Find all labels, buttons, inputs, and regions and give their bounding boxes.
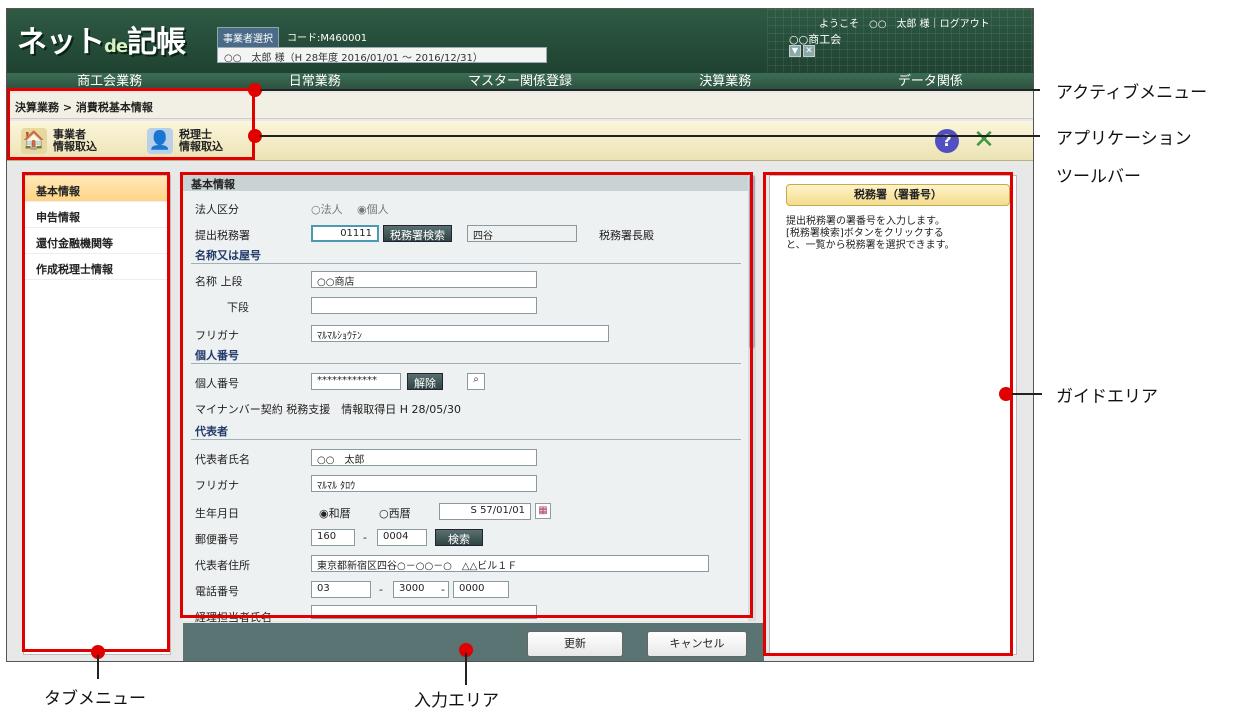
annotation-leader-line [260,89,1040,91]
annotation-leader-line [465,653,467,685]
fiscal-period: ○○ 太郎 様（H 28年度 2016/01/01 ～ 2016/12/31） [217,47,547,64]
annotation-dot [999,387,1013,401]
business-code: コード:M460001 [287,33,368,44]
select-business-button[interactable]: 事業者選択 [217,27,279,48]
annotation-active-menu-box [7,88,255,160]
welcome-logout[interactable]: ようこそ ○○ 太郎 様｜ログアウト [819,15,990,30]
callout-app-toolbar-1: アプリケーション [1056,129,1192,149]
form-footer: 更新 キャンセル [183,623,764,661]
help-icon[interactable]: ? [935,129,959,153]
annotation-tab-menu-box [22,172,170,652]
update-button[interactable]: 更新 [527,631,623,657]
annotation-leader-line [260,135,1040,137]
callout-guide-area: ガイドエリア [1056,387,1158,407]
callout-tab-menu: タブメニュー [44,689,146,709]
close-icon[interactable]: ✕ [969,125,999,155]
callout-app-toolbar-2: ツールバー [1056,167,1141,187]
chevron-down-icon[interactable]: ▼ [789,45,801,57]
callout-active-menu: アクティブメニュー [1056,83,1208,103]
annotation-leader-line [97,655,99,679]
cancel-button[interactable]: キャンセル [647,631,747,657]
close-icon[interactable]: ✕ [803,45,815,57]
header: ネットde記帳 事業者選択 コード:M460001 ○○ 太郎 様（H 28年度… [7,9,1033,73]
annotation-guide-area-box [763,172,1013,656]
annotation-leader-line [1012,393,1042,395]
annotation-input-area-box [180,172,753,618]
logo: ネットde記帳 [17,25,186,60]
callout-input-area: 入力エリア [414,691,499,711]
